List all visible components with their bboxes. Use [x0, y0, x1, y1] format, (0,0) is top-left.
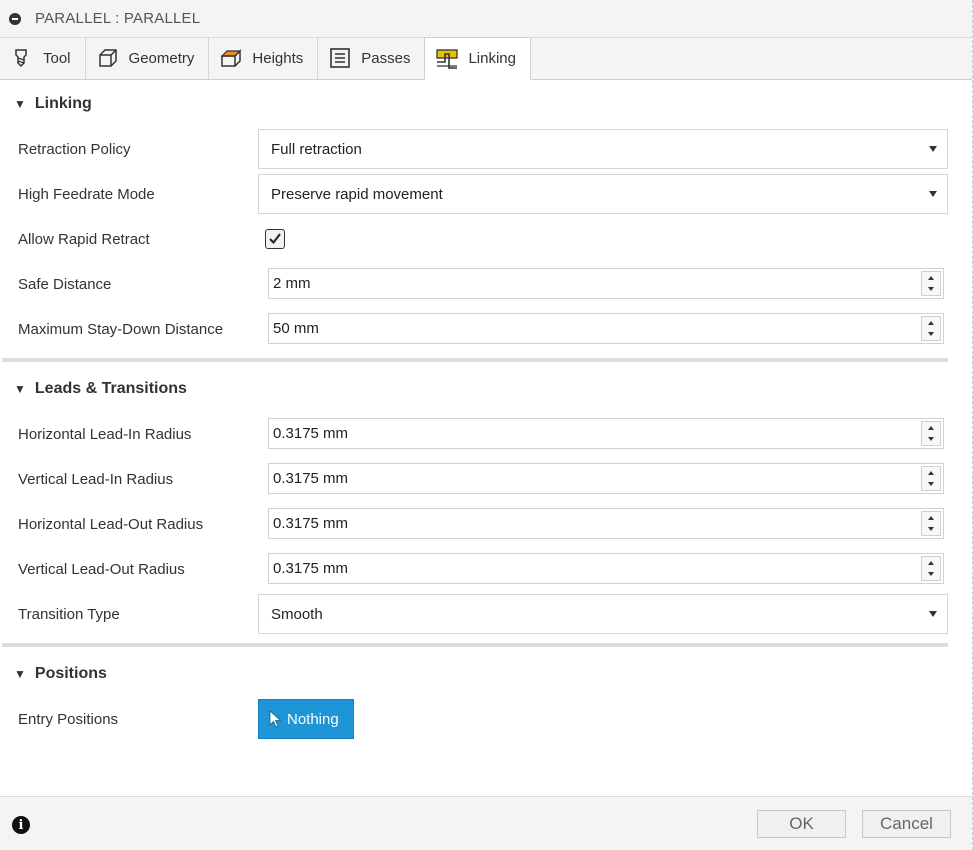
high-feedrate-mode-label: High Feedrate Mode: [18, 185, 155, 203]
passes-icon: [328, 46, 352, 70]
dialog-title: PARALLEL : PARALLEL: [35, 10, 201, 27]
v-lead-in-label: Vertical Lead-In Radius: [18, 470, 174, 488]
dropdown-arrow-icon: [929, 611, 937, 617]
collapse-caret-icon: ▼: [14, 667, 26, 681]
collapse-caret-icon: ▼: [14, 97, 26, 111]
heights-icon: [219, 46, 243, 70]
spinner-buttons[interactable]: [921, 316, 941, 341]
tab-bar: Tool Geometry Heights Passes Linking: [0, 37, 972, 80]
tab-passes-label: Passes: [361, 49, 411, 67]
entry-positions-label: Entry Positions: [18, 710, 119, 728]
section-linking-header[interactable]: ▼ Linking: [14, 89, 92, 119]
ok-button[interactable]: OK: [757, 810, 846, 838]
spinner-buttons[interactable]: [921, 556, 941, 581]
entry-positions-select-button[interactable]: Nothing: [258, 699, 354, 739]
section-leads-header[interactable]: ▼ Leads & Transitions: [14, 374, 187, 404]
title-bar: PARALLEL : PARALLEL: [0, 0, 972, 38]
geometry-icon: [96, 46, 120, 70]
dropdown-arrow-icon: [929, 191, 937, 197]
spinner-buttons[interactable]: [921, 271, 941, 296]
checkmark-icon: [269, 233, 281, 245]
retraction-policy-label: Retraction Policy: [18, 140, 131, 158]
h-lead-in-label: Horizontal Lead-In Radius: [18, 425, 192, 443]
tab-geometry[interactable]: Geometry: [86, 37, 210, 79]
collapse-caret-icon: ▼: [14, 382, 26, 396]
dropdown-arrow-icon: [929, 146, 937, 152]
h-lead-out-label: Horizontal Lead-Out Radius: [18, 515, 204, 533]
spinner-buttons[interactable]: [921, 466, 941, 491]
section-positions-header[interactable]: ▼ Positions: [14, 659, 107, 689]
allow-rapid-retract-checkbox[interactable]: [265, 229, 285, 249]
tab-geometry-label: Geometry: [128, 49, 195, 67]
high-feedrate-mode-select[interactable]: Preserve rapid movement: [258, 174, 948, 214]
parallel-dialog: PARALLEL : PARALLEL Tool Geometry Height…: [0, 0, 973, 850]
tab-linking-label: Linking: [468, 50, 516, 67]
section-divider: [2, 358, 948, 362]
allow-rapid-retract-label: Allow Rapid Retract: [18, 230, 150, 248]
linking-icon: [435, 47, 459, 71]
cancel-button[interactable]: Cancel: [862, 810, 951, 838]
v-lead-out-input[interactable]: 0.3175 mm: [268, 553, 944, 584]
spinner-buttons[interactable]: [921, 421, 941, 446]
spinner-buttons[interactable]: [921, 511, 941, 536]
tab-tool[interactable]: Tool: [0, 37, 86, 79]
safe-distance-input[interactable]: 2 mm: [268, 268, 944, 299]
v-lead-in-input[interactable]: 0.3175 mm: [268, 463, 944, 494]
tool-icon: [10, 46, 34, 70]
dialog-footer: i OK Cancel: [0, 796, 972, 850]
safe-distance-label: Safe Distance: [18, 275, 112, 293]
max-stay-down-label: Maximum Stay-Down Distance: [18, 320, 224, 338]
transition-type-select[interactable]: Smooth: [258, 594, 948, 634]
tab-heights[interactable]: Heights: [209, 37, 319, 79]
retraction-policy-select[interactable]: Full retraction: [258, 129, 948, 169]
collapse-icon[interactable]: [9, 12, 21, 25]
pointer-cursor-icon: [269, 710, 281, 728]
tab-heights-label: Heights: [252, 49, 304, 67]
tab-passes[interactable]: Passes: [318, 37, 426, 79]
info-icon[interactable]: i: [12, 816, 30, 834]
tab-tool-label: Tool: [43, 49, 71, 67]
section-divider: [2, 643, 948, 647]
max-stay-down-input[interactable]: 50 mm: [268, 313, 944, 344]
tab-linking[interactable]: Linking: [424, 37, 531, 80]
v-lead-out-label: Vertical Lead-Out Radius: [18, 560, 185, 578]
h-lead-out-input[interactable]: 0.3175 mm: [268, 508, 944, 539]
h-lead-in-input[interactable]: 0.3175 mm: [268, 418, 944, 449]
transition-type-label: Transition Type: [18, 605, 120, 623]
